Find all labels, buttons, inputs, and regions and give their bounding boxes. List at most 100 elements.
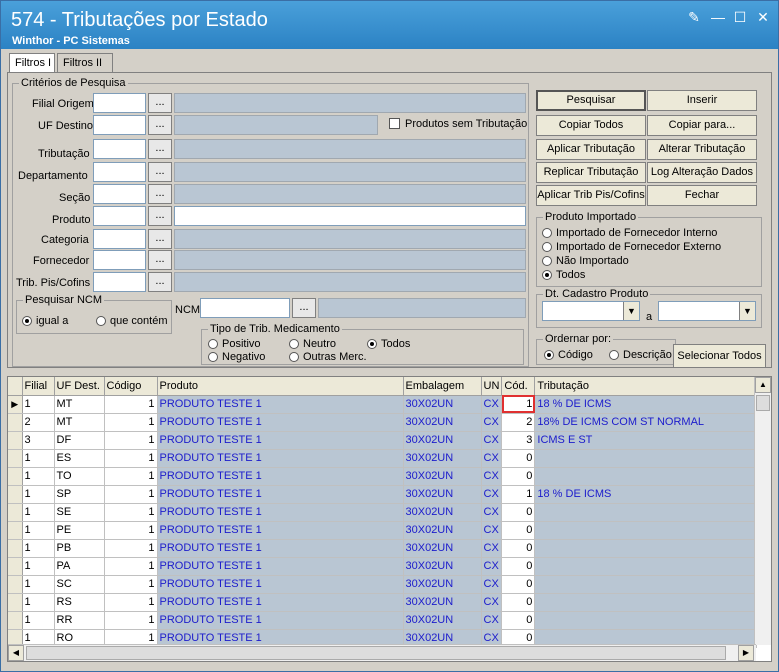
scroll-right-icon[interactable]: ▶ bbox=[738, 645, 754, 661]
header-cod[interactable]: Cód. bbox=[501, 377, 536, 396]
produto-input[interactable] bbox=[93, 206, 146, 226]
medicamento-todos-radio[interactable]: Todos bbox=[367, 338, 410, 350]
cell-cod[interactable]: 0 bbox=[501, 449, 536, 468]
header-filial[interactable]: Filial bbox=[22, 377, 55, 396]
cell-cod[interactable]: 0 bbox=[501, 611, 536, 630]
cell-cod[interactable]: 1 bbox=[501, 485, 536, 504]
cell-tributacao[interactable] bbox=[534, 449, 758, 468]
cell-codigo[interactable]: 1 bbox=[104, 557, 158, 576]
cell-embalagem[interactable]: 30X02UN bbox=[403, 503, 482, 522]
cell-tributacao[interactable] bbox=[534, 467, 758, 486]
fechar-button[interactable]: Fechar bbox=[647, 185, 757, 206]
cell-embalagem[interactable]: 30X02UN bbox=[403, 575, 482, 594]
cell-filial[interactable]: 1 bbox=[22, 521, 55, 540]
cell-embalagem[interactable]: 30X02UN bbox=[403, 611, 482, 630]
cell-un[interactable]: CX bbox=[481, 593, 503, 612]
cell-cod[interactable]: 1 bbox=[501, 395, 536, 414]
cell-tributacao[interactable]: 18 % DE ICMS bbox=[534, 485, 758, 504]
header-uf-dest[interactable]: UF Dest. bbox=[54, 377, 105, 396]
cell-cod[interactable]: 0 bbox=[501, 467, 536, 486]
scroll-up-icon[interactable]: ▲ bbox=[755, 377, 771, 393]
trib-pis-cofins-input[interactable] bbox=[93, 272, 146, 292]
filial-origem-lookup-button[interactable]: ... bbox=[148, 93, 172, 113]
cell-cod[interactable]: 2 bbox=[501, 413, 536, 432]
cell-tributacao[interactable] bbox=[534, 575, 758, 594]
cell-uf-dest[interactable]: RR bbox=[54, 611, 105, 630]
ordenar-codigo-radio[interactable]: Código bbox=[544, 349, 593, 361]
cell-embalagem[interactable]: 30X02UN bbox=[403, 557, 482, 576]
cell-embalagem[interactable]: 30X02UN bbox=[403, 395, 482, 414]
cell-produto[interactable]: PRODUTO TESTE 1 bbox=[157, 611, 404, 630]
tab-filtros-2[interactable]: Filtros II bbox=[57, 53, 113, 73]
cell-un[interactable]: CX bbox=[481, 611, 503, 630]
inserir-button[interactable]: Inserir bbox=[647, 90, 757, 111]
importado-todos-radio[interactable]: Todos bbox=[542, 269, 585, 281]
categoria-lookup-button[interactable]: ... bbox=[148, 229, 172, 249]
departamento-input[interactable] bbox=[93, 162, 146, 182]
ncm-contem-radio[interactable]: que contém bbox=[96, 315, 167, 327]
cell-cod[interactable]: 0 bbox=[501, 575, 536, 594]
cell-produto[interactable]: PRODUTO TESTE 1 bbox=[157, 575, 404, 594]
table-row[interactable]: 1 ES 1 PRODUTO TESTE 1 30X02UN CX 0 bbox=[8, 449, 758, 468]
produtos-sem-tributacao-checkbox[interactable] bbox=[389, 118, 400, 129]
cell-uf-dest[interactable]: RS bbox=[54, 593, 105, 612]
uf-destino-input[interactable] bbox=[93, 115, 146, 135]
results-grid[interactable]: Filial UF Dest. Código Produto Embalagem… bbox=[7, 376, 772, 662]
table-row[interactable]: 1 SC 1 PRODUTO TESTE 1 30X02UN CX 0 bbox=[8, 575, 758, 594]
alterar-tributacao-button[interactable]: Alterar Tributação bbox=[647, 139, 757, 160]
cell-produto[interactable]: PRODUTO TESTE 1 bbox=[157, 593, 404, 612]
cell-tributacao[interactable] bbox=[534, 611, 758, 630]
cell-uf-dest[interactable]: ES bbox=[54, 449, 105, 468]
cell-embalagem[interactable]: 30X02UN bbox=[403, 539, 482, 558]
aplicar-tributacao-button[interactable]: Aplicar Tributação bbox=[536, 139, 646, 160]
cell-tributacao[interactable] bbox=[534, 539, 758, 558]
chevron-down-icon[interactable]: ▼ bbox=[739, 302, 755, 320]
cell-un[interactable]: CX bbox=[481, 467, 503, 486]
table-row[interactable]: ▶ 1 MT 1 PRODUTO TESTE 1 30X02UN CX 1 18 % DE IC… bbox=[8, 395, 758, 414]
cell-filial[interactable]: 2 bbox=[22, 413, 55, 432]
cell-un[interactable]: CX bbox=[481, 503, 503, 522]
cell-filial[interactable]: 1 bbox=[22, 575, 55, 594]
table-row[interactable]: 1 TO 1 PRODUTO TESTE 1 30X02UN CX 0 bbox=[8, 467, 758, 486]
cell-produto[interactable]: PRODUTO TESTE 1 bbox=[157, 395, 404, 414]
cell-produto[interactable]: PRODUTO TESTE 1 bbox=[157, 449, 404, 468]
table-row[interactable]: 2 MT 1 PRODUTO TESTE 1 30X02UN CX 2 18% DE ICMS… bbox=[8, 413, 758, 432]
cell-codigo[interactable]: 1 bbox=[104, 503, 158, 522]
cell-cod[interactable]: 3 bbox=[501, 431, 536, 450]
medicamento-outras-radio[interactable]: Outras Merc. bbox=[289, 351, 367, 363]
horizontal-scrollbar[interactable]: ◀ ▶ bbox=[8, 644, 756, 661]
cell-filial[interactable]: 1 bbox=[22, 611, 55, 630]
cell-codigo[interactable]: 1 bbox=[104, 485, 158, 504]
cell-embalagem[interactable]: 30X02UN bbox=[403, 413, 482, 432]
cell-codigo[interactable]: 1 bbox=[104, 539, 158, 558]
cell-uf-dest[interactable]: PB bbox=[54, 539, 105, 558]
trib-pis-cofins-lookup-button[interactable]: ... bbox=[148, 272, 172, 292]
uf-destino-lookup-button[interactable]: ... bbox=[148, 115, 172, 135]
cell-codigo[interactable]: 1 bbox=[104, 449, 158, 468]
header-embalagem[interactable]: Embalagem bbox=[403, 377, 482, 396]
cell-embalagem[interactable]: 30X02UN bbox=[403, 593, 482, 612]
selecionar-todos-button[interactable]: Selecionar Todos bbox=[673, 344, 766, 368]
cell-produto[interactable]: PRODUTO TESTE 1 bbox=[157, 503, 404, 522]
cell-un[interactable]: CX bbox=[481, 539, 503, 558]
table-row[interactable]: 1 RS 1 PRODUTO TESTE 1 30X02UN CX 0 bbox=[8, 593, 758, 612]
cell-cod[interactable]: 0 bbox=[501, 557, 536, 576]
scroll-left-icon[interactable]: ◀ bbox=[8, 645, 24, 661]
cell-codigo[interactable]: 1 bbox=[104, 395, 158, 414]
cell-codigo[interactable]: 1 bbox=[104, 431, 158, 450]
cell-produto[interactable]: PRODUTO TESTE 1 bbox=[157, 485, 404, 504]
scroll-thumb[interactable] bbox=[756, 395, 770, 411]
table-row[interactable]: 1 SE 1 PRODUTO TESTE 1 30X02UN CX 0 bbox=[8, 503, 758, 522]
categoria-input[interactable] bbox=[93, 229, 146, 249]
medicamento-negativo-radio[interactable]: Negativo bbox=[208, 351, 265, 363]
nao-importado-radio[interactable]: Não Importado bbox=[542, 255, 629, 267]
ncm-igual-radio[interactable]: igual a bbox=[22, 315, 68, 327]
tab-filtros-1[interactable]: Filtros I bbox=[9, 53, 55, 74]
cell-un[interactable]: CX bbox=[481, 413, 503, 432]
cell-filial[interactable]: 1 bbox=[22, 467, 55, 486]
cell-embalagem[interactable]: 30X02UN bbox=[403, 521, 482, 540]
table-row[interactable]: 1 PE 1 PRODUTO TESTE 1 30X02UN CX 0 bbox=[8, 521, 758, 540]
pesquisar-button[interactable]: Pesquisar bbox=[536, 90, 646, 111]
cell-filial[interactable]: 1 bbox=[22, 395, 55, 414]
cell-un[interactable]: CX bbox=[481, 575, 503, 594]
